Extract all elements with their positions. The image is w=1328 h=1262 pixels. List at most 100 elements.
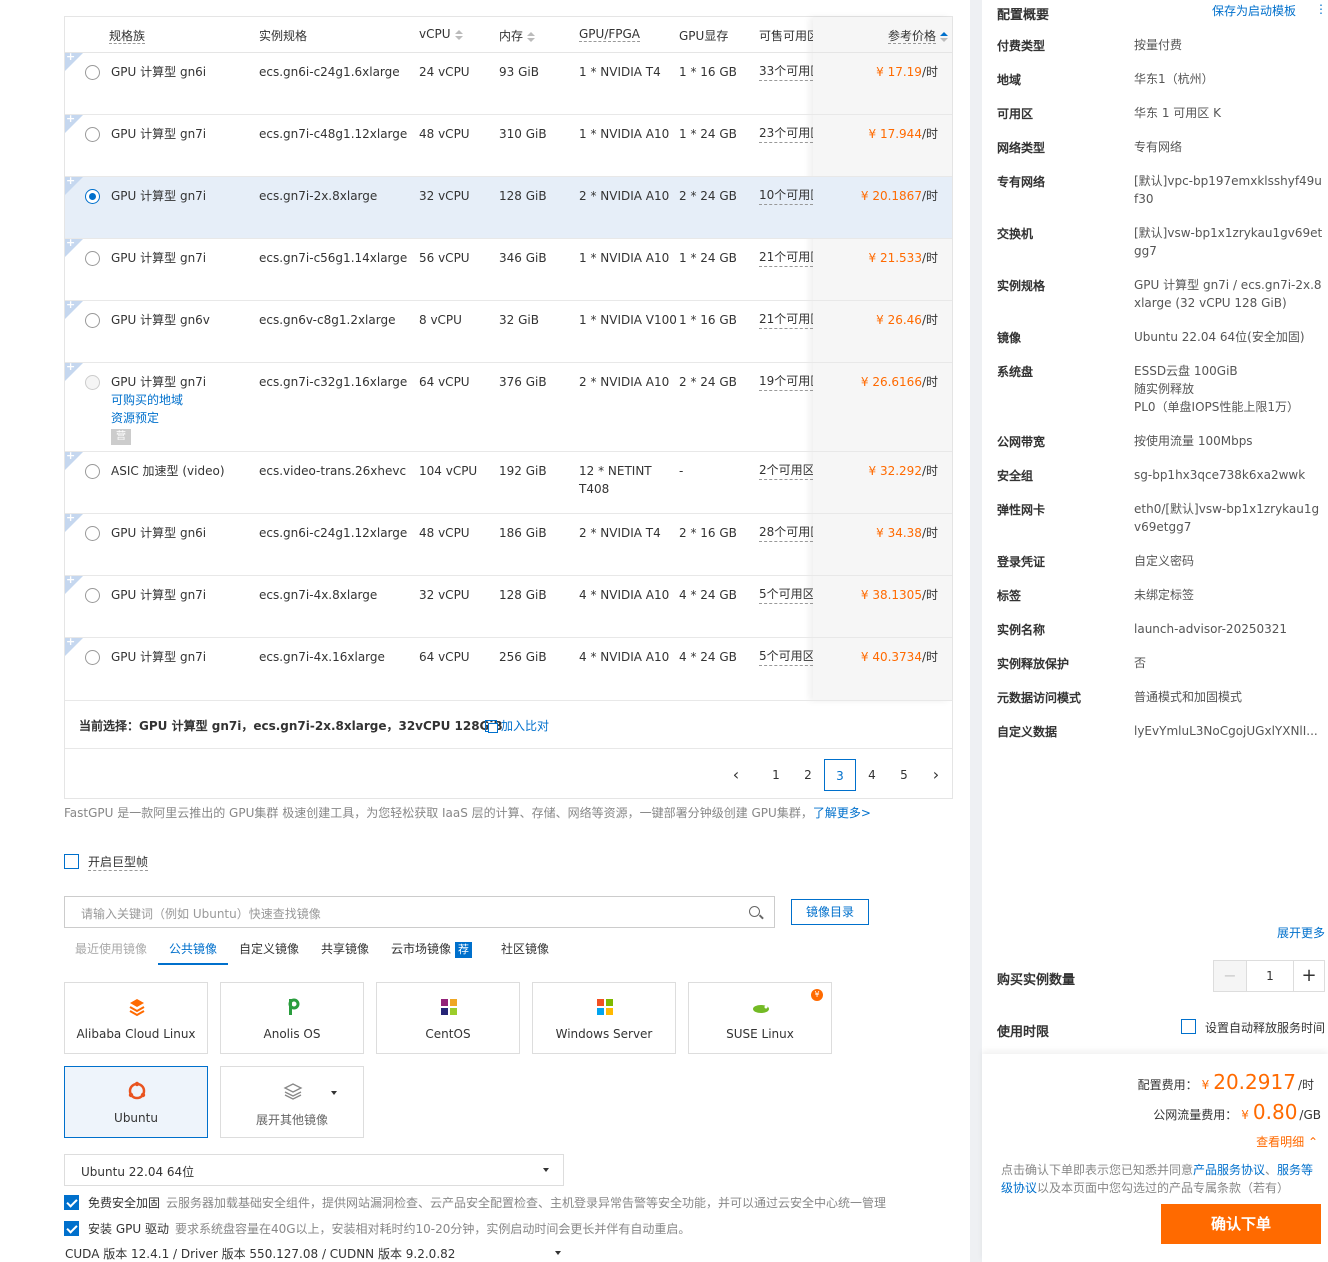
jumbo-frame-checkbox[interactable] [64,854,79,869]
page-5[interactable]: 5 [888,759,920,791]
summary-value: eth0/[默认]vsw-bp1x1zrykau1gv69etgg7 [1134,502,1320,534]
row-radio[interactable] [85,65,100,80]
summary-key: 可用区 [997,107,1034,121]
row-radio[interactable] [85,189,100,204]
cell-avail[interactable]: 2个可用区 [759,462,813,480]
resource-reservation-link[interactable]: 资源预定 [111,409,159,427]
tab-community-images[interactable]: 社区镜像 [501,940,549,957]
row-radio[interactable] [85,313,100,328]
image-card-alibaba-cloud-linux[interactable]: Alibaba Cloud Linux [64,982,208,1054]
price: ¥ 32.292/时 [868,464,938,478]
image-card-centos[interactable]: CentOS [376,982,520,1054]
tab-custom-images[interactable]: 自定义镜像 [239,940,299,957]
table-row[interactable]: ¥ 26.46/时 + GPU 计算型 gn6v ecs.gn6v-c8g1.2xla… [65,298,952,363]
plus-icon: + [66,174,76,187]
tab-marketplace-images[interactable]: 云市场镜像荐 [391,940,473,958]
quantity-value[interactable]: 1 [1246,961,1294,991]
cell-avail[interactable]: 23个可用区 [759,125,813,143]
plus-icon: + [66,298,76,311]
add-compare-button[interactable]: 加入比对 [485,717,549,734]
search-icon[interactable] [749,906,760,917]
increase-button[interactable]: + [1294,961,1324,991]
cell-avail[interactable]: 10个可用区 [759,187,813,205]
table-row[interactable]: ¥ 17.19/时 + GPU 计算型 gn6i ecs.gn6i-c24g1.6xl… [65,50,952,115]
row-radio[interactable] [85,464,100,479]
row-radio[interactable] [85,526,100,541]
cell-spec: ecs.gn7i-c56g1.14xlarge [259,251,408,265]
cell-gpumem: 4 * 24 GB [679,650,737,664]
image-version-select[interactable]: Ubuntu 22.04 64位 [64,1154,564,1186]
summary-title: 配置概要 [997,8,1050,23]
row-radio[interactable] [85,127,100,142]
table-row[interactable]: ¥ 38.1305/时 + GPU 计算型 gn7i ecs.gn7i-4x.8xla… [65,573,952,638]
cell-avail[interactable]: 33个可用区 [759,63,813,81]
save-template-link[interactable]: 保存为启动模板 [1212,2,1296,19]
tab-shared-images[interactable]: 共享镜像 [321,940,369,957]
summary-value: Ubuntu 22.04 64位(安全加固) [1134,330,1305,344]
cell-family: GPU 计算型 gn7i [111,650,207,664]
table-row[interactable]: ¥ 40.3734/时 + GPU 计算型 gn7i ecs.gn7i-4x.16xl… [65,635,952,701]
sort-icon[interactable] [527,31,536,42]
table-row[interactable]: ¥ 17.944/时 + GPU 计算型 gn7i ecs.gn7i-c48g1.12… [65,112,952,177]
quantity-stepper[interactable]: − 1 + [1213,960,1325,992]
view-detail-link[interactable]: 查看明细 ⌃ [1256,1133,1318,1150]
cell-avail[interactable]: 28个可用区 [759,524,813,542]
price-cell: ¥ 38.1305/时 [813,576,952,637]
image-catalog-button[interactable]: 镜像目录 [791,899,869,925]
chevron-down-icon [543,1168,549,1172]
decrease-button[interactable]: − [1214,961,1246,991]
tab-recent-images[interactable]: 最近使用镜像 [75,940,147,957]
cell-mem: 346 GiB [499,251,547,265]
row-radio[interactable] [85,251,100,266]
prev-page-button[interactable]: ‹ [720,759,752,791]
auto-release-checkbox[interactable] [1181,1019,1196,1034]
header-mem[interactable]: 内存 [499,27,536,44]
plus-icon: + [66,112,76,125]
image-card-suse-linux[interactable]: SUSE Linux ¥ [688,982,832,1054]
learn-more-link[interactable]: 了解更多> [813,806,871,820]
image-search-input[interactable]: 请输入关键词（例如 Ubuntu）快速查找镜像 [64,896,775,928]
page-4[interactable]: 4 [856,759,888,791]
sort-icon[interactable] [454,29,463,40]
header-vcpu[interactable]: vCPU [419,27,463,41]
row-radio[interactable] [85,588,100,603]
sort-icon[interactable] [940,31,949,42]
price-cell: ¥ 17.944/时 [813,115,952,176]
expand-more-link[interactable]: 展开更多 [1277,924,1325,941]
row-tag-badge: 营 [111,429,131,445]
expand-other-images-card[interactable]: 展开其他镜像 [220,1066,364,1138]
table-row[interactable]: ¥ 26.6166/时 + GPU 计算型 gn7i ecs.gn7i-c32g1.1… [65,360,952,452]
cell-mem: 186 GiB [499,526,547,540]
cell-family: GPU 计算型 gn7i [111,251,207,265]
price: ¥ 40.3734/时 [860,650,938,664]
service-agreement-link[interactable]: 产品服务协议 [1193,1163,1265,1177]
image-card-windows-server[interactable]: Windows Server [532,982,676,1054]
cuda-version-select[interactable]: CUDA 版本 12.4.1 / Driver 版本 550.127.08 / … [65,1245,455,1262]
more-menu-icon[interactable]: ⋮ [1315,2,1327,16]
next-page-button[interactable]: › [920,759,952,791]
tab-public-images[interactable]: 公共镜像 [169,940,217,957]
cell-avail[interactable]: 21个可用区 [759,311,813,329]
page-3[interactable]: 3 [824,759,856,791]
header-family[interactable]: 规格族 [109,27,146,44]
price-cell: ¥ 20.1867/时 [813,177,952,238]
table-row[interactable]: ¥ 34.38/时 + GPU 计算型 gn6i ecs.gn6i-c24g1.12x… [65,511,952,576]
row-radio[interactable] [85,650,100,665]
table-row[interactable]: ¥ 21.533/时 + GPU 计算型 gn7i ecs.gn7i-c56g1.14… [65,236,952,301]
cell-avail[interactable]: 21个可用区 [759,249,813,267]
row-radio[interactable] [85,375,100,390]
image-card-ubuntu[interactable]: Ubuntu [64,1066,208,1138]
table-row[interactable]: ¥ 20.1867/时 + GPU 计算型 gn7i ecs.gn7i-2x.8xla… [65,174,952,239]
security-hardening-option: 免费安全加固 云服务器加载基础安全组件，提供网站漏洞检查、云产品安全配置检查、主机… [88,1196,887,1210]
table-row[interactable]: ¥ 32.292/时 + ASIC 加速型 (video) ecs.video-tra… [65,449,952,514]
chevron-down-icon [555,1251,561,1255]
purchasable-regions-link[interactable]: 可购买的地域 [111,391,183,409]
page-2[interactable]: 2 [792,759,824,791]
image-card-anolis-os[interactable]: Anolis OS [220,982,364,1054]
header-price[interactable]: 参考价格 [888,27,949,44]
cell-avail[interactable]: 5个可用区 [759,586,813,604]
cell-avail[interactable]: 5个可用区 [759,648,813,666]
page-1[interactable]: 1 [760,759,792,791]
confirm-order-button[interactable]: 确认下单 [1161,1204,1321,1244]
cell-avail[interactable]: 19个可用区 [759,373,813,391]
